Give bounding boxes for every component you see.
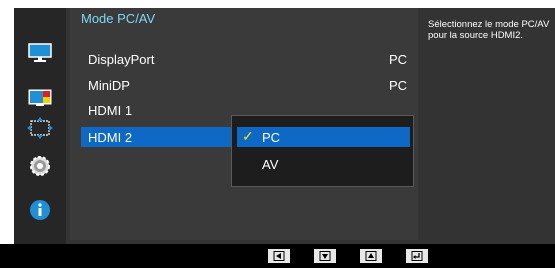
- menu-row-hdmi2[interactable]: HDMI 2: [81, 127, 231, 147]
- monitor-icon: [28, 43, 52, 62]
- enter-icon: [411, 251, 423, 261]
- size-position-icon: [27, 117, 53, 139]
- sidebar-item-color[interactable]: [14, 83, 66, 113]
- up-arrow-icon: [365, 251, 377, 261]
- menu-row-label: HDMI 1: [88, 103, 133, 118]
- help-panel: [423, 8, 555, 240]
- menu-row-label: DisplayPort: [88, 52, 155, 67]
- sidebar: [14, 8, 66, 244]
- sidebar-item-setup[interactable]: [14, 151, 66, 181]
- info-icon: [30, 200, 50, 220]
- menu-row-displayport[interactable]: DisplayPort PC: [81, 49, 413, 69]
- menu-row-minidp[interactable]: MiniDP PC: [81, 75, 413, 95]
- dropdown-option-pc[interactable]: ✓ PC: [237, 127, 410, 147]
- dropdown-option-label: AV: [262, 157, 279, 172]
- help-text: Sélectionnez le mode PC/AV pour la sourc…: [428, 19, 550, 41]
- dropdown-option-label: PC: [262, 130, 281, 145]
- menu-row-value: PC: [388, 78, 407, 93]
- color-icon: [28, 89, 52, 106]
- page-title: Mode PC/AV: [81, 11, 156, 26]
- left-arrow-icon: [273, 251, 285, 261]
- left-button[interactable]: [268, 249, 290, 263]
- down-arrow-icon: [319, 251, 331, 261]
- enter-button[interactable]: [406, 249, 428, 263]
- down-button[interactable]: [314, 249, 336, 263]
- sidebar-item-picture[interactable]: [14, 38, 66, 68]
- check-icon: ✓: [242, 128, 254, 144]
- menu-row-label: MiniDP: [88, 78, 130, 93]
- sidebar-item-information[interactable]: [14, 195, 66, 225]
- menu-row-label: HDMI 2: [88, 130, 133, 145]
- menu-row-value: PC: [388, 52, 407, 67]
- dropdown-option-av[interactable]: AV: [237, 154, 410, 174]
- mode-dropdown[interactable]: ✓ PC AV: [231, 115, 414, 187]
- setup-gear-icon: [30, 156, 50, 176]
- up-button[interactable]: [360, 249, 382, 263]
- sidebar-item-size-position[interactable]: [14, 113, 66, 143]
